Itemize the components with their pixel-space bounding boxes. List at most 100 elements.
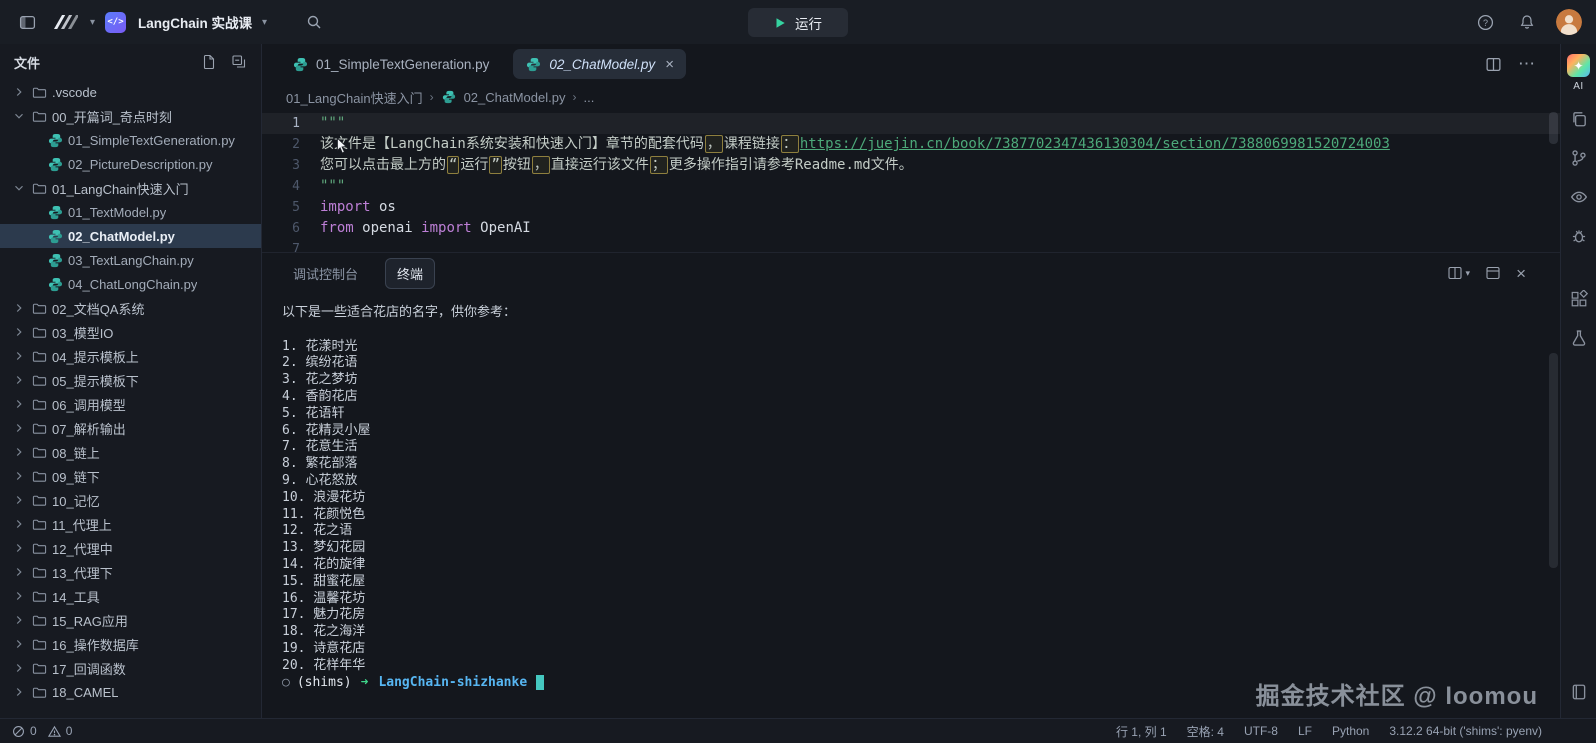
explorer-title: 文件: [14, 53, 40, 72]
tree-folder-item[interactable]: 09_链下: [0, 464, 261, 488]
tree-folder-item[interactable]: 03_模型IO: [0, 320, 261, 344]
ai-assistant-icon[interactable]: ✦: [1567, 54, 1590, 77]
code-line: 4""": [262, 176, 1560, 197]
terminal-output[interactable]: 以下是一些适合花店的名字，供你参考：1. 花漾时光2. 缤纷花语3. 花之梦坊4…: [262, 293, 1560, 718]
tree-item-label: 03_TextLangChain.py: [68, 253, 194, 268]
right-activity-bar: ✦ AI: [1560, 44, 1596, 718]
workspace-chevron-icon[interactable]: ▾: [90, 17, 95, 28]
tree-folder-item[interactable]: 15_RAG应用: [0, 608, 261, 632]
terminal-line: 2. 缤纷花语: [282, 355, 1560, 372]
search-icon[interactable]: [301, 9, 327, 35]
terminal-scrollbar[interactable]: [1549, 353, 1558, 568]
source-control-icon[interactable]: [1567, 146, 1591, 170]
tree-folder-item[interactable]: 16_操作数据库: [0, 632, 261, 656]
python-file-icon: [47, 228, 63, 244]
debug-bug-icon[interactable]: [1567, 224, 1591, 248]
maximize-panel-icon[interactable]: [1485, 265, 1501, 281]
notebook-icon[interactable]: [1567, 680, 1591, 704]
new-file-icon[interactable]: [201, 54, 217, 70]
statusbar-item[interactable]: 空格: 4: [1187, 723, 1224, 740]
warning-count: 0: [66, 724, 73, 738]
tree-folder-item[interactable]: 13_代理下: [0, 560, 261, 584]
tree-folder-item[interactable]: 00_开篇词_奇点时刻: [0, 104, 261, 128]
more-actions-icon[interactable]: ⋯: [1518, 54, 1536, 74]
editor-scrollbar[interactable]: [1549, 112, 1558, 144]
extensions-icon[interactable]: [1567, 287, 1591, 311]
tree-item-label: 15_RAG应用: [52, 611, 128, 630]
tree-folder-item[interactable]: 05_提示模板下: [0, 368, 261, 392]
tree-folder-item[interactable]: 02_文档QA系统: [0, 296, 261, 320]
workspace-title[interactable]: LangChain 实战课: [138, 12, 252, 32]
folder-icon: [31, 660, 47, 676]
tree-folder-item[interactable]: 18_CAMEL: [0, 680, 261, 704]
tree-folder-item[interactable]: 11_代理上: [0, 512, 261, 536]
tab-terminal[interactable]: 终端: [385, 258, 435, 289]
copy-files-icon[interactable]: [1567, 107, 1591, 131]
terminal-line: 7. 花意生活: [282, 439, 1560, 456]
python-file-icon: [47, 132, 63, 148]
user-avatar[interactable]: [1556, 9, 1582, 35]
tab-simpletextgeneration[interactable]: 01_SimpleTextGeneration.py: [280, 49, 501, 79]
tree-file-item[interactable]: 03_TextLangChain.py: [0, 248, 261, 272]
tree-folder-item[interactable]: 07_解析输出: [0, 416, 261, 440]
split-terminal-icon[interactable]: ▾: [1447, 265, 1471, 281]
terminal-prompt[interactable]: ○ (shims) ➜ LangChain-shizhanke: [282, 675, 1560, 692]
eye-icon[interactable]: [1567, 185, 1591, 209]
chevron-icon: [12, 517, 26, 531]
course-link[interactable]: https://juejin.cn/book/73877023474361303…: [800, 136, 1390, 152]
run-button[interactable]: 运行: [748, 8, 848, 37]
code-line-content: """: [320, 113, 345, 134]
tree-folder-item[interactable]: 12_代理中: [0, 536, 261, 560]
tree-folder-item[interactable]: 08_链上: [0, 440, 261, 464]
problems-indicator[interactable]: 0 0: [12, 724, 72, 738]
breadcrumb-file[interactable]: 02_ChatModel.py: [464, 90, 566, 105]
tree-item-label: 09_链下: [52, 467, 100, 486]
statusbar-item[interactable]: Python: [1332, 724, 1369, 738]
project-code-icon: </>: [105, 12, 126, 33]
tree-folder-item[interactable]: 04_提示模板上: [0, 344, 261, 368]
statusbar-item[interactable]: 3.12.2 64-bit ('shims': pyenv): [1389, 724, 1542, 738]
tree-file-item[interactable]: 02_ChatModel.py: [0, 224, 261, 248]
chevron-icon: [12, 325, 26, 339]
close-tab-icon[interactable]: ×: [665, 57, 674, 72]
tree-folder-item[interactable]: 14_工具: [0, 584, 261, 608]
tree-file-item[interactable]: 02_PictureDescription.py: [0, 152, 261, 176]
folder-icon: [31, 108, 47, 124]
breadcrumb-folder[interactable]: 01_LangChain快速入门: [286, 88, 423, 107]
app-logo-icon[interactable]: [50, 11, 80, 33]
ai-assistant-label: AI: [1573, 81, 1583, 92]
project-chevron-icon[interactable]: ▾: [262, 17, 267, 28]
chevron-icon: [12, 685, 26, 699]
tree-folder-item[interactable]: .vscode: [0, 80, 261, 104]
folder-icon: [31, 180, 47, 196]
help-icon[interactable]: ?: [1472, 9, 1498, 35]
statusbar-item[interactable]: UTF-8: [1244, 724, 1278, 738]
tree-folder-item[interactable]: 06_调用模型: [0, 392, 261, 416]
tree-file-item[interactable]: 04_ChatLongChain.py: [0, 272, 261, 296]
tree-file-item[interactable]: 01_SimpleTextGeneration.py: [0, 128, 261, 152]
test-flask-icon[interactable]: [1567, 326, 1591, 350]
collapse-folders-icon[interactable]: [231, 54, 247, 70]
split-editor-icon[interactable]: [1485, 56, 1502, 73]
error-icon: [12, 725, 25, 738]
tree-folder-item[interactable]: 10_记忆: [0, 488, 261, 512]
code-line: 2该文件是【LangChain系统安装和快速入门】章节的配套代码，课程链接：ht…: [262, 134, 1560, 155]
file-explorer: 文件 .vscode00_开篇词_奇点时刻01_SimpleTextGenera…: [0, 44, 262, 718]
code-editor[interactable]: 1"""2该文件是【LangChain系统安装和快速入门】章节的配套代码，课程链…: [262, 110, 1560, 252]
tree-folder-item[interactable]: 01_LangChain快速入门: [0, 176, 261, 200]
tree-file-item[interactable]: 01_TextModel.py: [0, 200, 261, 224]
statusbar-item[interactable]: 行 1, 列 1: [1116, 723, 1167, 740]
tab-debug-console[interactable]: 调试控制台: [282, 259, 369, 288]
bell-icon[interactable]: [1514, 9, 1540, 35]
chevron-icon: [12, 397, 26, 411]
breadcrumb-symbol[interactable]: ...: [583, 90, 594, 105]
sidebar-toggle-icon[interactable]: [14, 9, 40, 35]
line-number: 3: [262, 155, 320, 176]
close-panel-icon[interactable]: ×: [1516, 265, 1526, 282]
tree-item-label: 17_回调函数: [52, 659, 126, 678]
tab-chatmodel[interactable]: 02_ChatModel.py ×: [513, 49, 686, 79]
tree-item-label: 01_LangChain快速入门: [52, 179, 189, 198]
tree-folder-item[interactable]: 17_回调函数: [0, 656, 261, 680]
folder-icon: [31, 324, 47, 340]
statusbar-item[interactable]: LF: [1298, 724, 1312, 738]
